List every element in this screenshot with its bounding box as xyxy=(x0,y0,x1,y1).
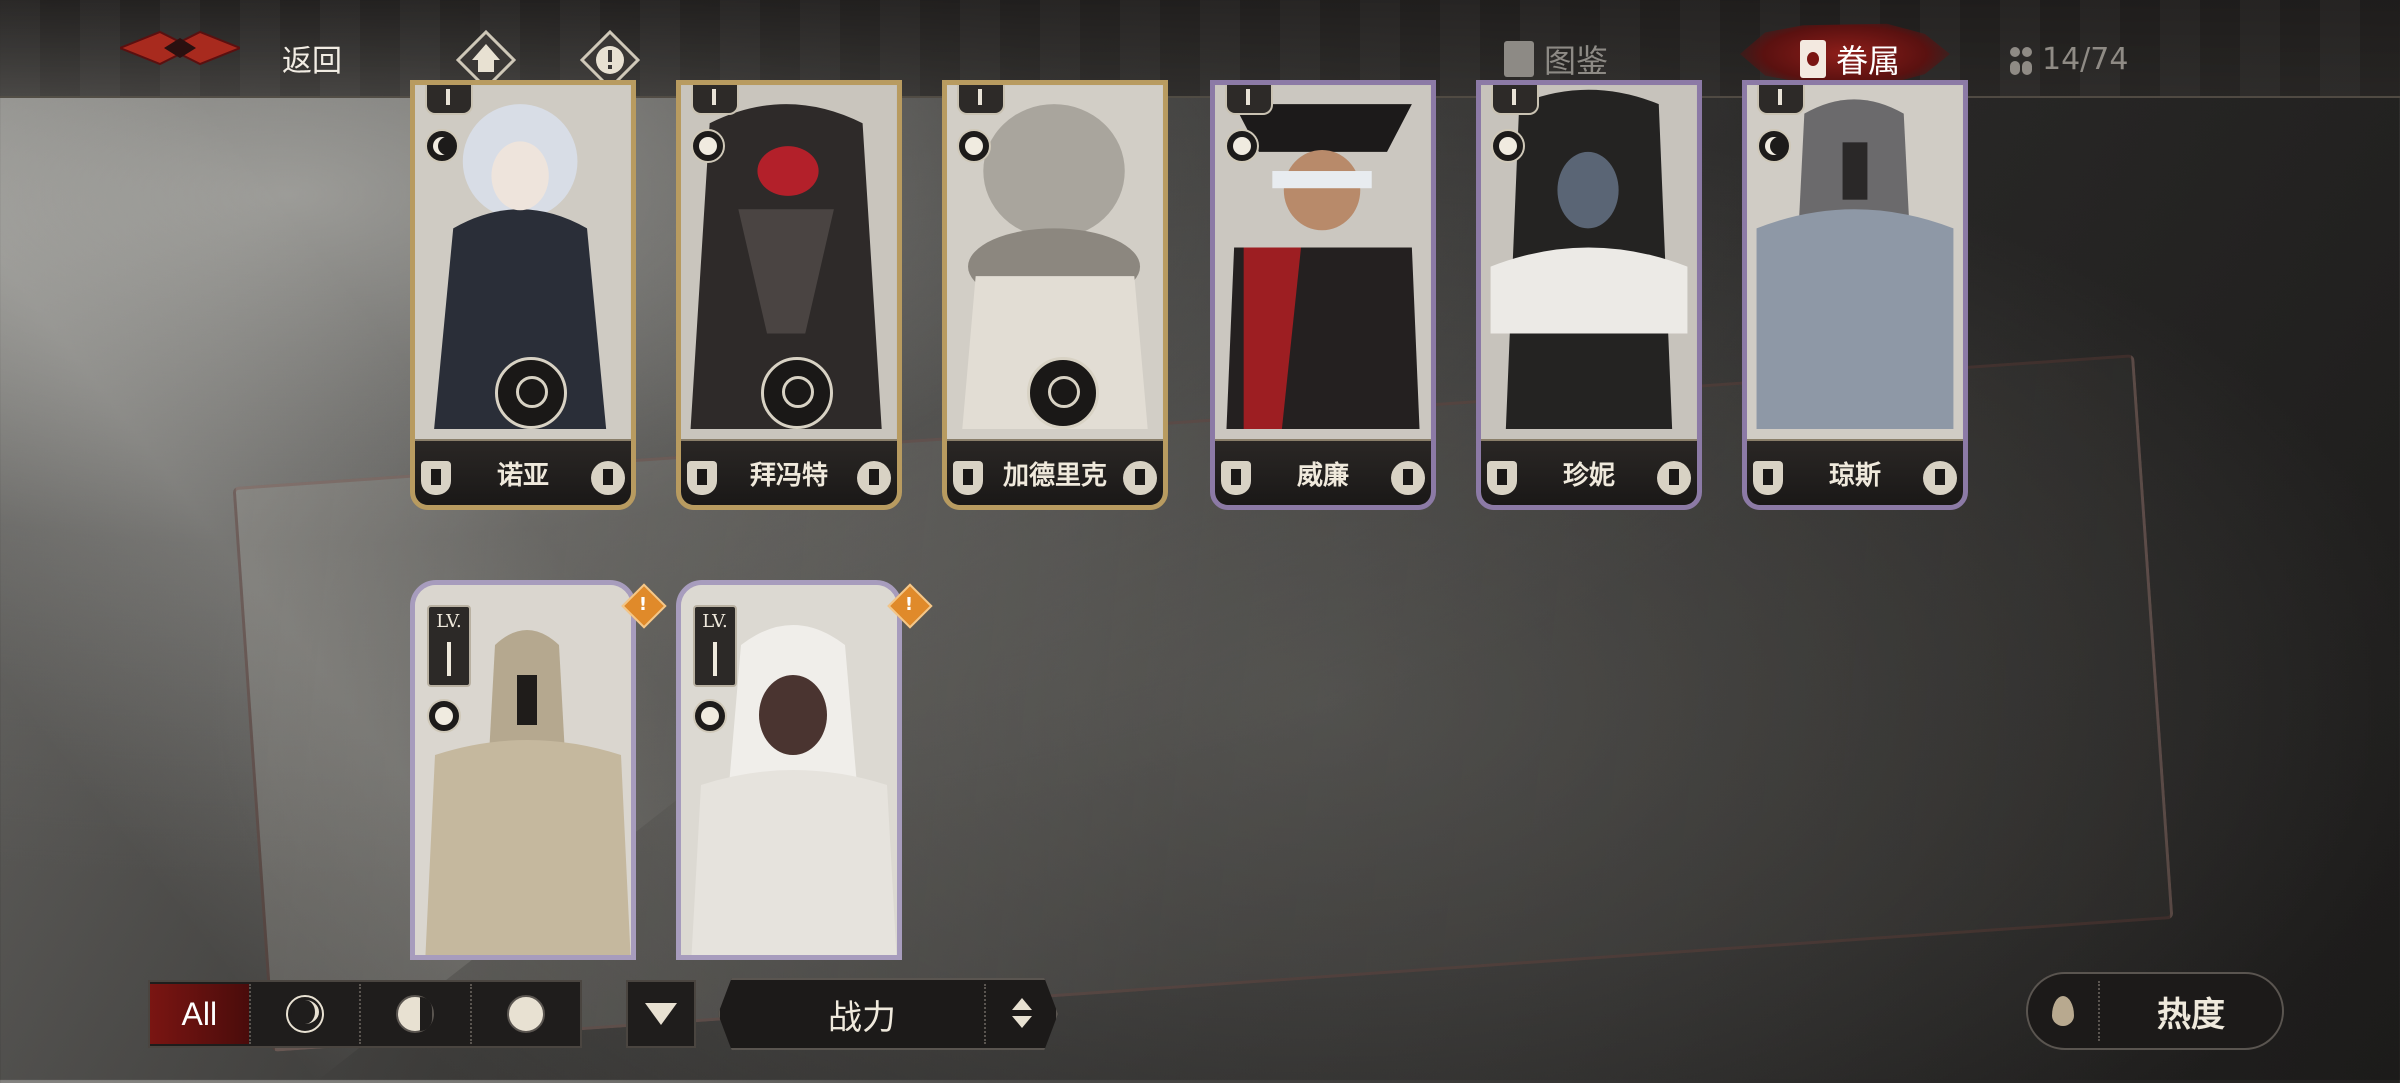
card-name: 威廉 xyxy=(1296,460,1349,491)
filter-crescent-button[interactable] xyxy=(248,984,359,1044)
new-card-hooded[interactable]: LV. xyxy=(676,580,902,960)
level-tab xyxy=(1757,85,1805,115)
moon-phase-icon xyxy=(691,129,725,163)
back-button[interactable]: 返回 xyxy=(282,36,342,80)
moon-phase-icon xyxy=(1491,129,1525,163)
tab-familiars[interactable]: 眷属 xyxy=(1800,36,1900,82)
moon-phase-icon xyxy=(1225,129,1259,163)
card-name: 拜冯特 xyxy=(749,460,828,491)
card-jenny[interactable]: 珍妮 xyxy=(1476,80,1702,510)
sigil-icon xyxy=(495,357,567,429)
level-box: LV. xyxy=(693,605,737,687)
tab-codex[interactable]: 图鉴 xyxy=(1504,36,1608,82)
level-tab xyxy=(691,85,739,115)
shield-icon xyxy=(687,461,717,495)
shield-icon xyxy=(953,461,983,495)
moon-phase-icon xyxy=(957,129,991,163)
new-card-knight[interactable]: LV. xyxy=(410,580,636,960)
phase-filter-group: All xyxy=(148,980,582,1048)
people-icon xyxy=(2010,45,2036,75)
moon-phase-icon xyxy=(1757,129,1791,163)
hammer-icon xyxy=(1923,461,1957,495)
card-name: 珍妮 xyxy=(1562,460,1615,491)
back-emblem-icon[interactable] xyxy=(120,28,240,68)
filter-all-button[interactable]: All xyxy=(150,984,249,1044)
level-tab xyxy=(425,85,473,115)
shield-icon xyxy=(1487,461,1517,495)
level-tab xyxy=(957,85,1005,115)
sword-icon xyxy=(857,461,891,495)
card-jones[interactable]: 琼斯 xyxy=(1742,80,1968,510)
card-noah[interactable]: 诺亚 xyxy=(410,80,636,510)
level-label: LV. xyxy=(436,611,462,632)
card-name: 诺亚 xyxy=(496,460,549,491)
sort-dropdown[interactable]: 战力 xyxy=(718,978,1058,1050)
level-label: LV. xyxy=(702,611,728,632)
level-box: LV. xyxy=(427,605,471,687)
card-name: 加德里克 xyxy=(1002,460,1107,491)
level-tab xyxy=(1491,85,1539,115)
flame-icon xyxy=(2028,981,2100,1041)
tab-codex-label: 图鉴 xyxy=(1544,42,1609,80)
sword-icon xyxy=(1391,461,1425,495)
card-byvont[interactable]: 拜冯特 xyxy=(676,80,902,510)
moon-phase-icon xyxy=(693,699,727,733)
shield-icon xyxy=(1221,461,1251,495)
card-gaderick[interactable]: 加德里克 xyxy=(942,80,1168,510)
sigil-icon xyxy=(761,357,833,429)
card-name: 琼斯 xyxy=(1828,460,1881,491)
card-william[interactable]: 威廉 xyxy=(1210,80,1436,510)
gibbous-moon-icon xyxy=(396,995,435,1033)
heat-button[interactable]: 热度 xyxy=(2026,972,2284,1050)
top-bar: 返回 图鉴 眷属 14/74 xyxy=(0,0,2400,98)
heat-label: 热度 xyxy=(2157,994,2225,1035)
card-icon xyxy=(1800,40,1826,78)
crescent-moon-icon xyxy=(285,995,324,1033)
roster-count-value: 14/74 xyxy=(2042,42,2129,77)
shield-icon xyxy=(1753,461,1783,495)
shield-icon xyxy=(421,461,451,495)
moon-phase-icon xyxy=(425,129,459,163)
sigil-icon xyxy=(1027,357,1099,429)
funnel-icon xyxy=(645,1003,677,1025)
staff-icon xyxy=(1657,461,1691,495)
book-icon xyxy=(1504,41,1534,77)
level-tab xyxy=(1225,85,1273,115)
full-moon-icon xyxy=(506,995,545,1033)
sword-icon xyxy=(1123,461,1157,495)
tab-familiars-label: 眷属 xyxy=(1836,42,1901,80)
sword-icon xyxy=(591,461,625,495)
filter-full-button[interactable] xyxy=(469,984,580,1044)
moon-phase-icon xyxy=(427,699,461,733)
advanced-filter-button[interactable] xyxy=(626,980,696,1048)
sort-order-icon[interactable] xyxy=(984,984,1056,1044)
filter-gibbous-button[interactable] xyxy=(359,984,469,1044)
roster-count: 14/74 xyxy=(2010,42,2128,77)
sort-label: 战力 xyxy=(828,997,896,1038)
